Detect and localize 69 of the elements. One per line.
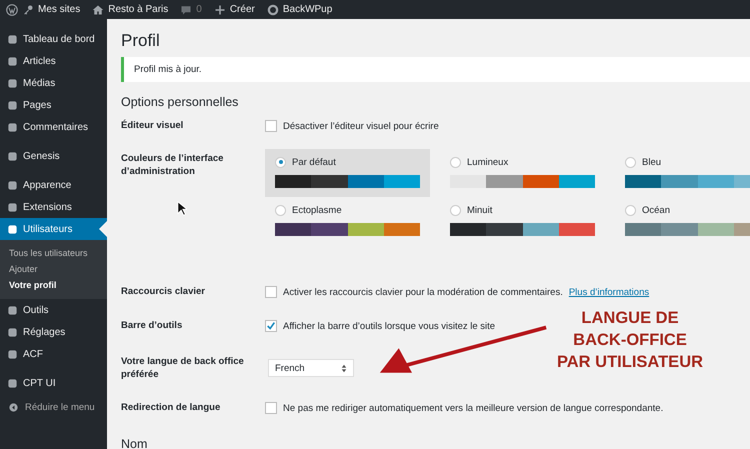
sidebar-item[interactable]: Apparence bbox=[0, 174, 107, 196]
checkbox[interactable] bbox=[265, 402, 277, 414]
field-label: Redirection de langue bbox=[121, 402, 222, 414]
success-notice: Profil mis à jour. bbox=[121, 57, 750, 82]
language-select[interactable]: French bbox=[268, 359, 354, 377]
admin-bar-link[interactable]: Resto à Paris bbox=[108, 4, 168, 15]
field-label: Raccourcis clavier bbox=[121, 286, 206, 298]
checkbox-label: Afficher la barre d’outils lorsque vous visitez le site bbox=[283, 320, 496, 332]
scheme-name: Océan bbox=[642, 204, 670, 216]
annotation-text: LANGUE DE BACK-OFFICE PAR UTILISATEUR bbox=[556, 308, 704, 373]
color-scheme-option[interactable]: Océan bbox=[615, 197, 750, 245]
scheme-name: Lumineux bbox=[467, 156, 508, 168]
checkbox-label: Activer les raccourcis clavier pour la modération de commentaires. bbox=[283, 286, 563, 298]
sidebar-item[interactable]: Commentaires bbox=[0, 116, 107, 138]
admin-bar-link[interactable]: Créer bbox=[230, 4, 255, 15]
scheme-name: Bleu bbox=[642, 156, 662, 168]
sidebar-item[interactable]: Outils bbox=[0, 299, 107, 321]
sidebar-item[interactable]: Pages bbox=[0, 94, 107, 116]
radio-button[interactable] bbox=[450, 156, 461, 168]
color-scheme-option[interactable]: Minuit bbox=[440, 197, 605, 245]
current-pointer-icon bbox=[99, 221, 107, 237]
sidebar-item[interactable]: CPT UI bbox=[0, 372, 107, 394]
field-label: Éditeur visuel bbox=[121, 120, 184, 132]
scheme-name: Ectoplasme bbox=[292, 204, 342, 216]
sidebar-item[interactable]: Articles bbox=[0, 50, 107, 72]
collapse-icon bbox=[8, 402, 19, 413]
radio-button[interactable] bbox=[275, 204, 286, 216]
collapse-menu-button[interactable]: Réduire le menu bbox=[0, 394, 107, 413]
sidebar-item[interactable]: Utilisateurs bbox=[0, 218, 107, 240]
sidebar-item[interactable]: Genesis bbox=[0, 145, 107, 167]
radio-button[interactable] bbox=[625, 204, 636, 216]
scheme-name: Minuit bbox=[467, 204, 492, 216]
up-down-arrows-icon bbox=[341, 364, 347, 372]
plus-icon[interactable] bbox=[214, 4, 226, 16]
color-scheme-option[interactable]: Ectoplasme bbox=[265, 197, 430, 245]
checkbox-label: Désactiver l’éditeur visuel pour écrire bbox=[283, 120, 439, 132]
section-heading: Nom bbox=[121, 437, 148, 449]
checkbox[interactable] bbox=[265, 286, 277, 298]
more-info-link[interactable]: Plus d’informations bbox=[568, 286, 650, 298]
color-scheme-option[interactable]: Par défaut bbox=[265, 149, 430, 197]
sidebar-item[interactable]: Extensions bbox=[0, 196, 107, 218]
submenu-item[interactable]: Ajouter bbox=[0, 261, 107, 277]
sidebar-item[interactable]: Réglages bbox=[0, 321, 107, 343]
wordpress-logo[interactable] bbox=[6, 4, 18, 16]
checkbox-label: Ne pas me rediriger automatiquement vers la meilleure version de langue correspondante. bbox=[283, 402, 664, 414]
house-icon[interactable] bbox=[92, 4, 104, 16]
checkbox[interactable] bbox=[265, 320, 277, 332]
radio-button[interactable] bbox=[450, 204, 461, 216]
field-label: Barre d’outils bbox=[121, 320, 184, 332]
field-label: Votre langue de back office préférée bbox=[121, 355, 245, 381]
sidebar-item[interactable]: ACF bbox=[0, 343, 107, 365]
color-scheme-option[interactable]: Lumineux bbox=[440, 149, 605, 197]
radio-button[interactable] bbox=[275, 156, 286, 168]
radio-button[interactable] bbox=[625, 156, 636, 168]
page-title: Profil bbox=[121, 31, 161, 51]
scheme-name: Par défaut bbox=[292, 156, 336, 168]
admin-bar-link[interactable]: Mes sites bbox=[38, 4, 80, 15]
section-heading: Options personnelles bbox=[121, 95, 240, 109]
field-label: Couleurs de l’interface d’administration bbox=[121, 152, 224, 178]
mouse-cursor-icon bbox=[177, 201, 187, 216]
plugin-logo[interactable] bbox=[266, 4, 279, 16]
checkbox[interactable] bbox=[265, 120, 277, 132]
admin-bar-link[interactable]: BackWPup bbox=[282, 4, 332, 15]
color-scheme-option[interactable]: Bleu bbox=[615, 149, 750, 197]
submenu-item[interactable]: Tous les utilisateurs bbox=[0, 245, 107, 261]
sidebar-item[interactable]: Tableau de bord bbox=[0, 28, 107, 50]
key-icon[interactable] bbox=[22, 4, 34, 16]
sidebar-item[interactable]: Médias bbox=[0, 72, 107, 94]
submenu-item[interactable]: Votre profil bbox=[0, 277, 107, 293]
